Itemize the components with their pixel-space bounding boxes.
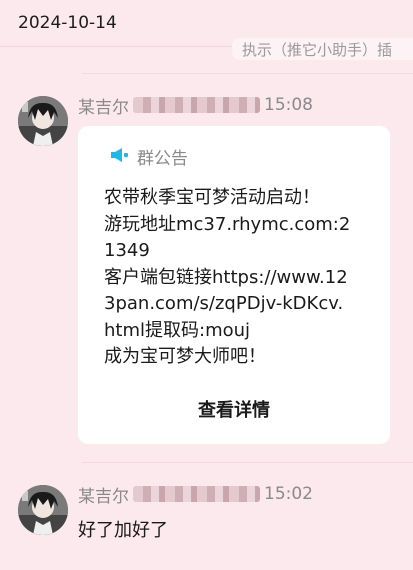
divider — [82, 462, 413, 463]
group-notice-card[interactable]: 群公告 农带秋季宝可梦活动启动！ 游玩地址mc37.rhymc.com:2 13… — [78, 126, 390, 444]
divider — [82, 73, 413, 74]
sender-name[interactable]: 某吉尔 — [78, 93, 129, 118]
previous-message-snippet[interactable]: 执示（推它小助手）插 — [232, 38, 413, 60]
notice-body: 农带秋季宝可梦活动启动！ 游玩地址mc37.rhymc.com:2 1349 客… — [104, 185, 372, 371]
redacted-id-mask — [133, 486, 260, 502]
avatar[interactable] — [18, 485, 68, 535]
notice-line: 成为宝可梦大师吧！ — [104, 346, 266, 367]
date-label: 2024-10-14 — [18, 13, 117, 33]
message-text[interactable]: 好了加好了 — [78, 516, 168, 542]
message-header: 某吉尔 15:08 — [78, 93, 313, 118]
avatar-image — [18, 485, 68, 535]
notice-line: 农带秋季宝可梦活动启动！ — [104, 187, 320, 208]
notice-line: 3pan.com/s/zqPDjv-kDKcv. — [104, 293, 344, 314]
view-details-button[interactable]: 查看详情 — [78, 396, 390, 422]
megaphone-icon — [109, 146, 129, 168]
sender-name[interactable]: 某吉尔 — [78, 482, 129, 507]
message-time: 15:02 — [264, 484, 313, 504]
avatar[interactable] — [18, 96, 68, 146]
notice-line: 游玩地址mc37.rhymc.com:2 — [104, 213, 351, 235]
notice-header: 群公告 — [109, 144, 188, 169]
message-time: 15:08 — [264, 95, 313, 115]
message-header: 某吉尔 15:02 — [78, 482, 313, 507]
notice-line: 1349 — [104, 240, 150, 261]
notice-title: 群公告 — [137, 149, 188, 169]
avatar-image — [18, 96, 68, 146]
notice-line: html提取码:mouj — [104, 319, 251, 341]
notice-line: 客户端包链接https://www.12 — [104, 266, 348, 288]
redacted-id-mask — [133, 97, 260, 113]
